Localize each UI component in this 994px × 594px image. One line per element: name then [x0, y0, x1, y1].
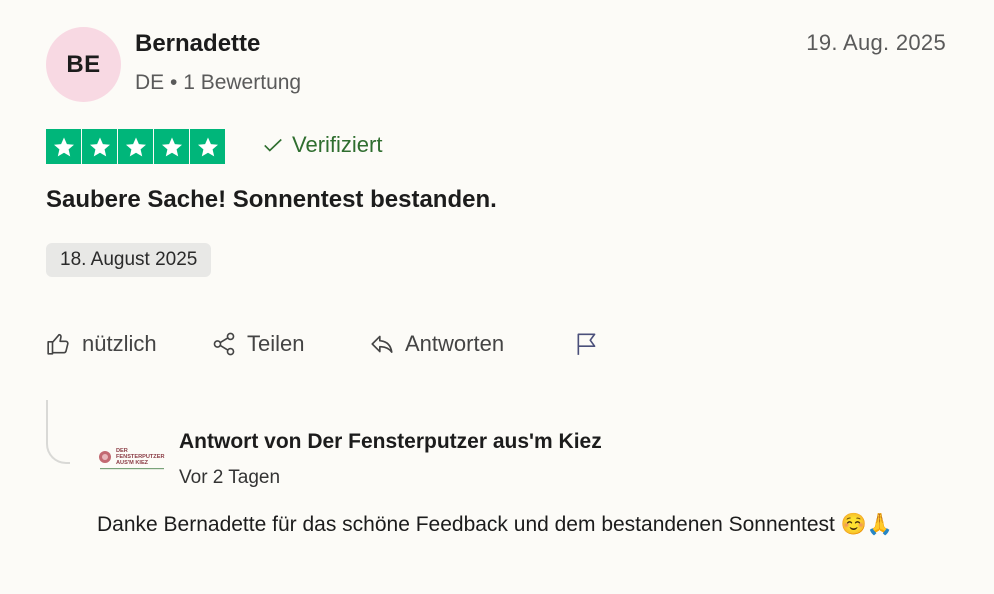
report-button[interactable] [574, 331, 600, 357]
verified-badge[interactable]: Verifiziert [262, 132, 382, 158]
useful-button[interactable]: nützlich [46, 331, 157, 357]
svg-text:AUS'M KIEZ: AUS'M KIEZ [116, 460, 149, 466]
share-icon [213, 332, 235, 356]
reply-title: Antwort von Der Fensterputzer aus'm Kiez [179, 430, 602, 453]
review-date: 19. Aug. 2025 [806, 30, 946, 55]
reply-arrow-icon [371, 335, 393, 353]
star-icon [46, 129, 81, 164]
reply-connector-line [46, 400, 70, 464]
star-rating [46, 129, 225, 164]
flag-icon [577, 333, 596, 355]
review-title: Saubere Sache! Sonnentest bestanden. [46, 186, 497, 213]
useful-label: nützlich [82, 331, 157, 356]
share-label: Teilen [247, 331, 305, 356]
reply-time: Vor 2 Tagen [179, 467, 281, 488]
company-logo: DER FENSTERPUTZER AUS'M KIEZ [99, 448, 164, 470]
reply-label: Antworten [405, 331, 505, 356]
share-button[interactable]: Teilen [211, 331, 304, 357]
checkmark-icon [264, 138, 282, 152]
reply-button[interactable]: Antworten [369, 331, 504, 357]
star-icon [190, 129, 225, 164]
experience-date: 18. August 2025 [46, 243, 212, 277]
reviewer-name[interactable]: Bernadette [135, 30, 260, 58]
verified-label: Verifiziert [292, 132, 383, 157]
star-icon [118, 129, 153, 164]
reviewer-meta: DE • 1 Bewertung [135, 71, 302, 94]
avatar-initials: BE [66, 50, 101, 78]
star-icon [154, 129, 189, 164]
reply-text: Danke Bernadette für das schöne Feedback… [97, 513, 893, 536]
avatar: BE [46, 27, 121, 102]
thumbs-up-icon [47, 333, 69, 355]
star-icon [82, 129, 117, 164]
